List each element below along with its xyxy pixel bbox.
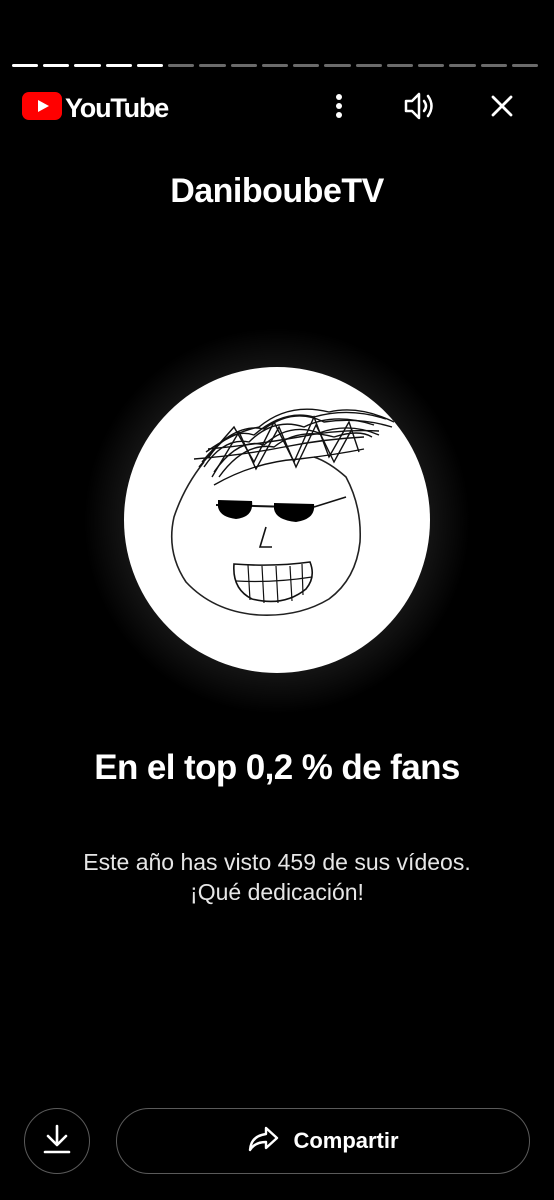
- story-progress-segment: [230, 64, 257, 67]
- youtube-play-icon: [22, 91, 62, 125]
- more-vertical-icon: [335, 93, 343, 124]
- story-progress-segment: [199, 64, 226, 67]
- story-progress-segment: [355, 64, 382, 67]
- dedication-text: ¡Qué dedicación!: [190, 879, 364, 905]
- story-progress-segment: [12, 64, 39, 67]
- share-button[interactable]: Compartir: [116, 1108, 530, 1174]
- story-screen: YouTube DaniboubeTV En el top 0,2 % de f…: [0, 0, 554, 1200]
- story-progress-bar: [12, 64, 538, 67]
- story-progress-segment: [168, 64, 195, 67]
- fan-stats-text: Este año has visto 459 de sus vídeos. ¡Q…: [0, 847, 554, 907]
- story-progress-segment: [386, 64, 414, 67]
- download-icon: [42, 1123, 72, 1160]
- story-progress-segment: [293, 64, 320, 67]
- top-bar: YouTube: [0, 86, 554, 130]
- story-progress-segment: [105, 64, 132, 67]
- close-button[interactable]: [480, 86, 524, 130]
- close-icon: [490, 94, 514, 123]
- fan-rank-headline: En el top 0,2 % de fans: [94, 748, 460, 787]
- story-progress-segment: [324, 64, 351, 67]
- story-progress-segment: [136, 64, 164, 67]
- channel-avatar-drawing: [170, 408, 395, 616]
- youtube-logo: YouTube: [22, 91, 169, 125]
- more-options-button[interactable]: [317, 86, 361, 130]
- download-button[interactable]: [24, 1108, 90, 1174]
- story-progress-segment: [43, 64, 70, 67]
- story-progress-segment: [261, 64, 289, 67]
- story-progress-segment: [74, 64, 101, 67]
- story-progress-segment: [480, 64, 507, 67]
- share-label: Compartir: [293, 1128, 399, 1153]
- channel-avatar: [124, 367, 430, 673]
- videos-watched-text: Este año has visto 459 de sus vídeos.: [83, 849, 471, 875]
- volume-icon: [403, 91, 437, 126]
- brand-name: YouTube: [65, 93, 169, 123]
- share-icon: [247, 1125, 279, 1158]
- story-progress-segment: [418, 64, 445, 67]
- story-progress-segment: [449, 64, 476, 67]
- story-progress-segment: [511, 64, 538, 67]
- channel-name: DaniboubeTV: [170, 172, 384, 210]
- sound-button[interactable]: [398, 86, 442, 130]
